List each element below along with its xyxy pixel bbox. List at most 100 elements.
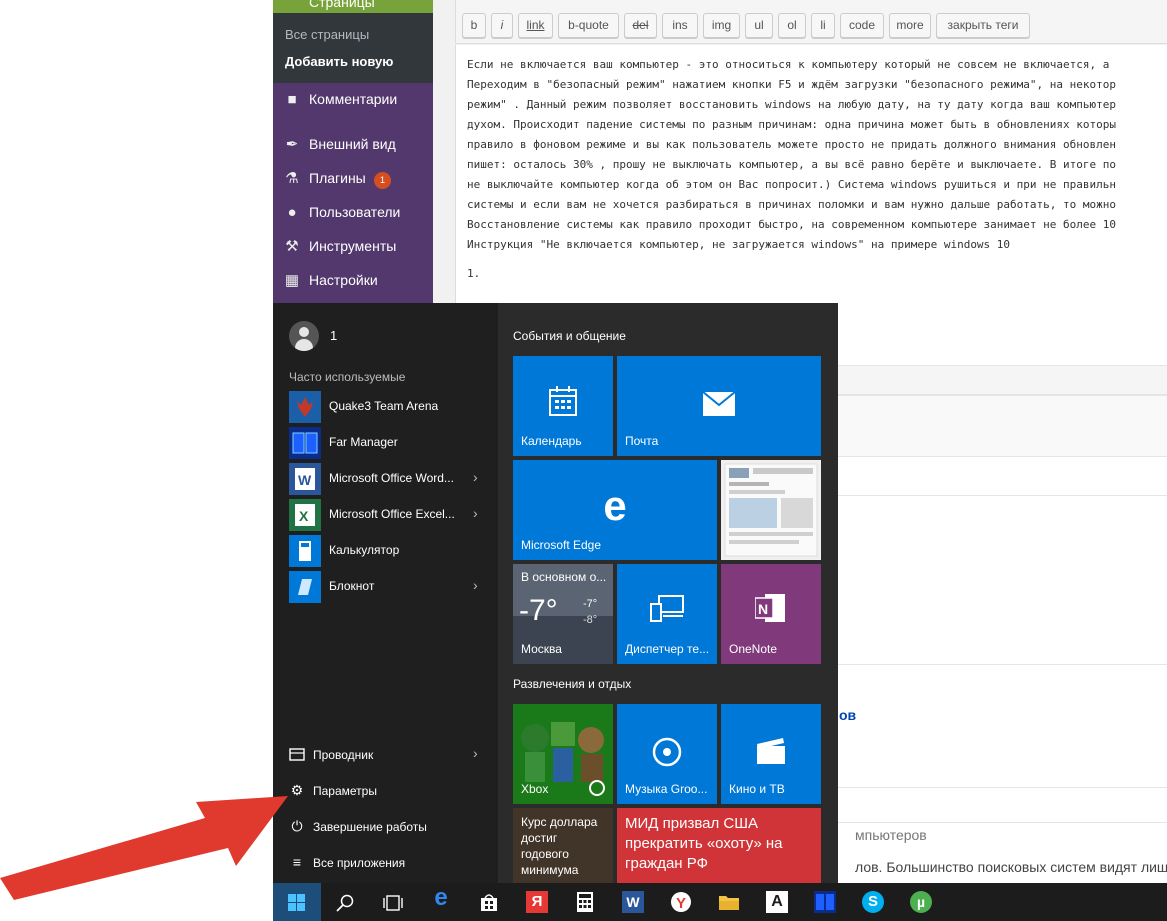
svg-text:Y: Y [676, 895, 686, 912]
qt-link-button[interactable]: link [518, 13, 553, 38]
text-line: Восстановление системы как правило прохо… [467, 218, 1117, 231]
most-used-label: Часто используемые [289, 370, 406, 384]
qt-ins-button[interactable]: ins [662, 13, 698, 38]
weather-low: -8° [583, 614, 598, 626]
tile-edge[interactable]: e Microsoft Edge [513, 460, 717, 560]
tile-live-thumbnail[interactable] [721, 460, 821, 560]
tile-movies-tv[interactable]: Кино и ТВ [721, 704, 821, 804]
app-label: Блокнот [329, 579, 375, 593]
submenu-add-new[interactable]: Добавить новую [285, 54, 393, 69]
all-apps-label: Все приложения [313, 856, 406, 870]
sidebar-item-comments[interactable]: ■ Комментарии [273, 83, 433, 117]
tile-label: Почта [625, 434, 659, 448]
brush-icon: ✒ [285, 136, 299, 153]
folder-icon [719, 896, 739, 910]
tile-device-manager[interactable]: Диспетчер те... [617, 564, 717, 664]
sidebar-item-appearance[interactable]: ✒ Внешний вид [273, 128, 433, 162]
tile-news-currency[interactable]: Курс доллара достиг годового минимума [513, 808, 613, 886]
far-manager-icon [289, 427, 321, 459]
taskbar-calculator[interactable] [561, 883, 609, 921]
weather-high: -7° [583, 598, 598, 610]
tile-news-headline[interactable]: МИД призвал США прекратить «охоту» на гр… [617, 808, 821, 886]
screen-root: { "wp_sidebar": { "top_item_label": "Стр… [0, 0, 1167, 921]
calculator-icon [577, 892, 593, 912]
tile-label: Кино и ТВ [729, 782, 785, 796]
sidebar-item-settings[interactable]: ▦ Настройки [273, 264, 433, 305]
qt-del-button[interactable]: del [624, 13, 657, 38]
taskbar-task-view-button[interactable] [369, 883, 417, 921]
sidebar-item-label: Плагины [309, 170, 366, 186]
chevron-right-icon[interactable]: › [473, 505, 478, 521]
weather-title: В основном о... [521, 570, 607, 584]
task-view-icon [383, 895, 403, 911]
qt-close-tags-button[interactable]: закрыть теги [936, 13, 1030, 38]
taskbar-far-manager[interactable] [801, 883, 849, 921]
chevron-right-icon[interactable]: › [473, 469, 478, 485]
blue-link-fragment[interactable]: ов [839, 707, 856, 723]
news-headline: МИД призвал США прекратить «охоту» на гр… [625, 815, 783, 872]
taskbar-store[interactable] [465, 883, 513, 921]
tile-label: OneNote [729, 642, 778, 656]
panel-row-text: мпьютеров [855, 827, 927, 843]
content-textarea[interactable]: Если не включается ваш компьютер - это о… [455, 45, 1167, 303]
music-icon [652, 737, 682, 767]
svg-text:W: W [298, 472, 312, 488]
app-item-notepad[interactable]: Блокнот › [273, 569, 498, 605]
app-item-excel[interactable]: X Microsoft Office Excel... › [273, 497, 498, 533]
app-label: Far Manager [329, 435, 398, 449]
taskbar-file-explorer[interactable] [705, 883, 753, 921]
submenu-all-pages[interactable]: Все страницы [285, 27, 369, 42]
tile-xbox[interactable]: Xbox [513, 704, 613, 804]
wp-admin-sidebar: Страницы Все страницы Добавить новую ■ К… [273, 0, 433, 305]
taskbar-search-button[interactable] [321, 883, 369, 921]
chevron-right-icon[interactable]: › [473, 577, 478, 593]
qt-ul-button[interactable]: ul [745, 13, 773, 38]
start-menu: 1 Часто используемые Quake3 Team Arena F… [273, 303, 838, 886]
taskbar-yandex[interactable]: Я [513, 883, 561, 921]
sidebar-item-plugins[interactable]: ⚗ Плагины 1 [273, 162, 433, 196]
text-line: Если не включается ваш компьютер - это о… [467, 58, 1110, 71]
group-label-entertainment: Развлечения и отдых [513, 677, 632, 691]
weather-temp: -7° [519, 594, 558, 627]
qt-italic-button[interactable]: i [491, 13, 513, 38]
notepad-icon [289, 571, 321, 603]
qt-li-button[interactable]: li [811, 13, 835, 38]
tile-mail[interactable]: Почта [617, 356, 821, 456]
qt-img-button[interactable]: img [703, 13, 740, 38]
tile-weather[interactable]: В основном о... -7° -7° -8° Москва [513, 564, 613, 664]
taskbar-yandex-browser[interactable]: Y [657, 883, 705, 921]
taskbar-word[interactable]: W [609, 883, 657, 921]
taskbar-skype[interactable]: S [849, 883, 897, 921]
sidebar-item-users[interactable]: ● Пользователи [273, 196, 433, 230]
qt-ol-button[interactable]: ol [778, 13, 806, 38]
taskbar-utorrent[interactable]: µ [897, 883, 945, 921]
tile-onenote[interactable]: N OneNote [721, 564, 821, 664]
app-item-far-manager[interactable]: Far Manager [273, 425, 498, 461]
red-annotation-arrow [0, 796, 288, 900]
sidebar-item-label: Комментарии [309, 91, 398, 107]
tile-calendar[interactable]: Календарь [513, 356, 613, 456]
app-label: Microsoft Office Word... [329, 471, 454, 485]
taskbar-font-app[interactable]: A [753, 883, 801, 921]
excel-icon: X [289, 499, 321, 531]
chevron-right-icon[interactable]: › [473, 745, 478, 761]
sidebar-item-tools[interactable]: ⚒ Инструменты [273, 230, 433, 264]
utorrent-icon: µ [910, 891, 932, 913]
qt-bold-button[interactable]: b [462, 13, 486, 38]
search-icon [336, 894, 354, 912]
taskbar-edge[interactable]: e [417, 883, 465, 921]
plugin-icon: ⚗ [285, 170, 299, 187]
panel-bottom-text: лов. Большинство поисковых систем видят … [855, 859, 1167, 875]
qt-more-button[interactable]: more [889, 13, 931, 38]
edge-icon: e [603, 482, 627, 529]
qt-code-button[interactable]: code [840, 13, 884, 38]
app-item-calculator[interactable]: Калькулятор [273, 533, 498, 569]
qt-quote-button[interactable]: b-quote [558, 13, 619, 38]
tile-label: Microsoft Edge [521, 538, 602, 552]
tile-groove-music[interactable]: Музыка Groo... [617, 704, 717, 804]
font-icon: A [766, 891, 788, 913]
sidebar-item-pages[interactable]: Страницы [273, 0, 433, 13]
app-item-word[interactable]: W Microsoft Office Word... › [273, 461, 498, 497]
app-item-quake[interactable]: Quake3 Team Arena [273, 389, 498, 425]
sidebar-item-label: Пользователи [309, 204, 401, 220]
